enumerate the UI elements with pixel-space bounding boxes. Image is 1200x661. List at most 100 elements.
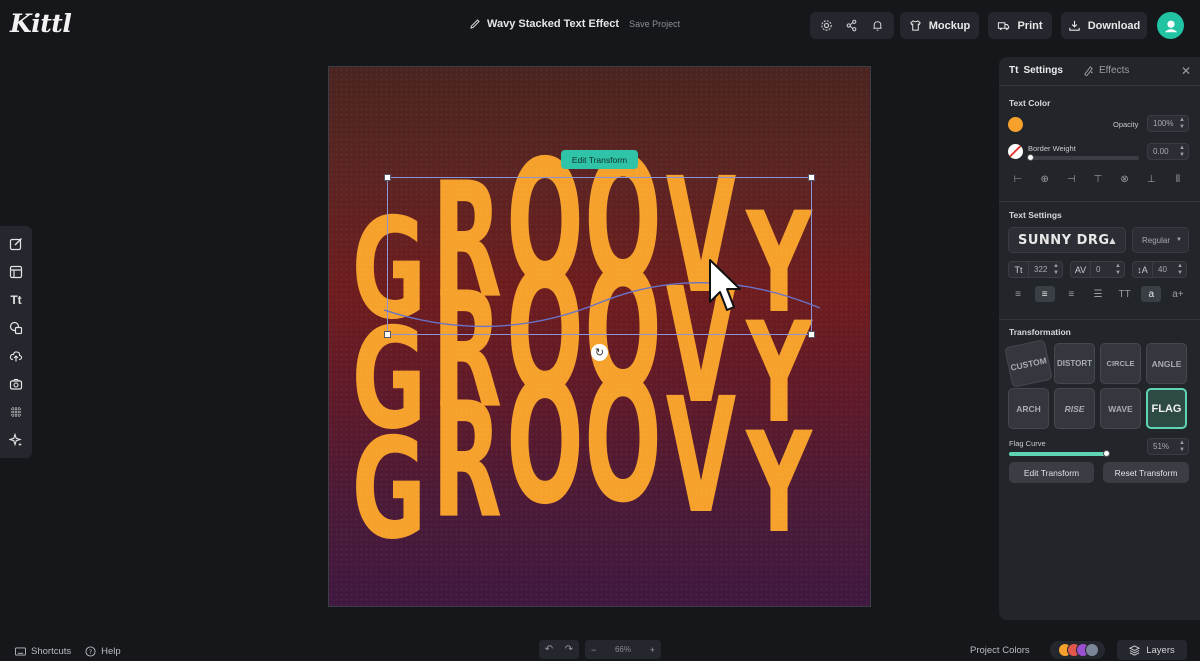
mockup-label: Mockup — [928, 19, 971, 32]
zoom-in-icon[interactable]: + — [650, 645, 655, 655]
save-project-link[interactable]: Save Project — [629, 19, 680, 29]
zoom-out-icon[interactable]: − — [591, 645, 596, 655]
stepper-arrows-icon[interactable]: ▲ ▼ — [1179, 440, 1185, 454]
upload-icon[interactable] — [8, 348, 24, 364]
caret-up-icon: ▲ — [1109, 235, 1116, 245]
print-button[interactable]: Print — [988, 12, 1052, 39]
divider — [999, 319, 1200, 320]
top-bar: Kittl Wavy Stacked Text Effect Save Proj… — [0, 0, 1200, 52]
settings-icon[interactable] — [820, 19, 833, 32]
edit-transform-button[interactable]: Edit Transform — [1009, 462, 1094, 483]
text-more-icon[interactable]: a+ — [1168, 286, 1188, 302]
resize-handle-tl[interactable] — [384, 174, 391, 181]
mouse-cursor-icon — [709, 259, 741, 311]
transform-arch[interactable]: ARCH — [1008, 388, 1049, 429]
stepper-arrows-icon[interactable]: ▲ ▼ — [1053, 263, 1059, 277]
border-weight-slider[interactable] — [1027, 154, 1139, 161]
groovy-letter: G — [352, 408, 427, 570]
project-title-area: Wavy Stacked Text Effect Save Project — [469, 18, 680, 30]
stepper-arrows-icon[interactable]: ▲ ▼ — [1177, 263, 1183, 277]
align-top-icon[interactable]: ⊤ — [1088, 171, 1108, 187]
selection-box[interactable] — [384, 174, 821, 338]
text-icon[interactable]: Tt — [8, 292, 24, 308]
properties-panel: Tt Settings Effects ✕ Text Color Opacity… — [999, 57, 1200, 620]
text-style-icon[interactable]: a — [1141, 286, 1162, 302]
ai-sparkle-icon[interactable] — [8, 432, 24, 448]
border-weight-input[interactable]: 0.00 ▲ ▼ — [1147, 143, 1189, 160]
groovy-letter: Y — [744, 402, 813, 564]
font-family-select[interactable]: SUNNY DRG ▲ — [1008, 227, 1126, 253]
keyboard-icon — [15, 647, 26, 656]
grid-icon[interactable] — [8, 404, 24, 420]
layers-icon — [1129, 644, 1141, 656]
color-swatch[interactable] — [1085, 643, 1099, 657]
tab-effects[interactable]: Effects — [1083, 65, 1129, 76]
tab-settings[interactable]: Tt Settings — [1009, 65, 1063, 76]
transformation-heading: Transformation — [1009, 327, 1071, 337]
close-icon[interactable]: ✕ — [1181, 64, 1191, 78]
svg-text:?: ? — [89, 648, 92, 656]
stepper-arrows-icon[interactable]: ▲ ▼ — [1179, 145, 1185, 159]
transform-angle[interactable]: ANGLE — [1146, 343, 1187, 384]
camera-icon[interactable] — [8, 376, 24, 392]
undo-icon[interactable]: ↶ — [545, 644, 553, 655]
transform-flag[interactable]: FLAG — [1146, 388, 1187, 429]
text-align-right-icon[interactable]: ≡ — [1061, 286, 1081, 302]
project-title[interactable]: Wavy Stacked Text Effect — [487, 18, 619, 30]
edit-icon[interactable] — [8, 236, 24, 252]
transform-rise[interactable]: RISE — [1054, 388, 1095, 429]
font-weight-select[interactable]: Regular ▼ — [1132, 227, 1189, 253]
text-color-swatch[interactable] — [1008, 117, 1023, 132]
flag-curve-knob[interactable] — [1103, 450, 1110, 457]
stepper-arrows-icon[interactable]: ▲ ▼ — [1115, 263, 1121, 277]
text-align-center-icon[interactable]: ≡ — [1034, 286, 1055, 302]
help-link[interactable]: ? Help — [85, 646, 121, 657]
line-height-input[interactable]: ↕A 40 ▲ ▼ — [1132, 261, 1187, 278]
kittl-logo[interactable]: Kittl — [10, 9, 72, 38]
shapes-icon[interactable] — [8, 320, 24, 336]
bottom-left-links: Shortcuts ? Help — [15, 646, 121, 657]
project-colors-swatches[interactable] — [1050, 641, 1105, 659]
user-avatar[interactable] — [1157, 12, 1184, 39]
transform-custom[interactable]: CUSTOM — [1004, 339, 1053, 388]
text-settings-icon: Tt — [1009, 65, 1019, 76]
layers-button[interactable]: Layers — [1117, 640, 1187, 660]
shortcuts-link[interactable]: Shortcuts — [15, 646, 71, 657]
flag-curve-input[interactable]: 51% ▲ ▼ — [1147, 438, 1189, 455]
resize-handle-bl[interactable] — [384, 331, 391, 338]
shortcuts-label: Shortcuts — [31, 646, 72, 657]
distribute-icon[interactable]: ⦀ — [1168, 171, 1188, 187]
font-size-input[interactable]: Tt 322 ▲ ▼ — [1008, 261, 1063, 278]
transform-wave[interactable]: WAVE — [1100, 388, 1141, 429]
mockup-button[interactable]: Mockup — [900, 12, 979, 39]
flag-curve-slider[interactable] — [1009, 450, 1110, 457]
pencil-icon[interactable] — [469, 18, 481, 30]
bell-icon[interactable] — [871, 19, 884, 32]
edit-transform-pill[interactable]: Edit Transform — [561, 150, 638, 169]
stepper-arrows-icon[interactable]: ▲ ▼ — [1179, 117, 1185, 131]
border-weight-knob[interactable] — [1027, 154, 1034, 161]
align-right-icon[interactable]: ⊣ — [1061, 171, 1081, 187]
uppercase-icon[interactable]: TT — [1115, 286, 1135, 302]
text-align-left-icon[interactable]: ≡ — [1008, 286, 1028, 302]
border-color-swatch[interactable] — [1008, 144, 1023, 159]
align-middle-v-icon[interactable]: ⊗ — [1115, 171, 1135, 187]
align-center-h-icon[interactable]: ⊕ — [1035, 171, 1055, 187]
align-bottom-icon[interactable]: ⊥ — [1141, 171, 1161, 187]
letter-spacing-input[interactable]: AV 0 ▲ ▼ — [1070, 261, 1125, 278]
resize-handle-br[interactable] — [808, 331, 815, 338]
rotate-handle[interactable]: ↻ — [591, 344, 608, 361]
share-icon[interactable] — [845, 19, 858, 32]
resize-handle-tr[interactable] — [808, 174, 815, 181]
line-height-icon: ↕A — [1133, 262, 1153, 277]
transform-circle[interactable]: CIRCLE — [1100, 343, 1141, 384]
align-left-icon[interactable]: ⊢ — [1008, 171, 1028, 187]
redo-icon[interactable]: ↷ — [565, 644, 573, 655]
transform-distort[interactable]: DISTORT — [1054, 343, 1095, 384]
download-button[interactable]: Download — [1061, 12, 1147, 39]
text-justify-icon[interactable]: ☰ — [1088, 286, 1108, 302]
reset-transform-button[interactable]: Reset Transform — [1103, 462, 1189, 483]
templates-icon[interactable] — [8, 264, 24, 280]
zoom-value[interactable]: 66% — [615, 645, 631, 654]
opacity-input[interactable]: 100% ▲ ▼ — [1147, 115, 1189, 132]
